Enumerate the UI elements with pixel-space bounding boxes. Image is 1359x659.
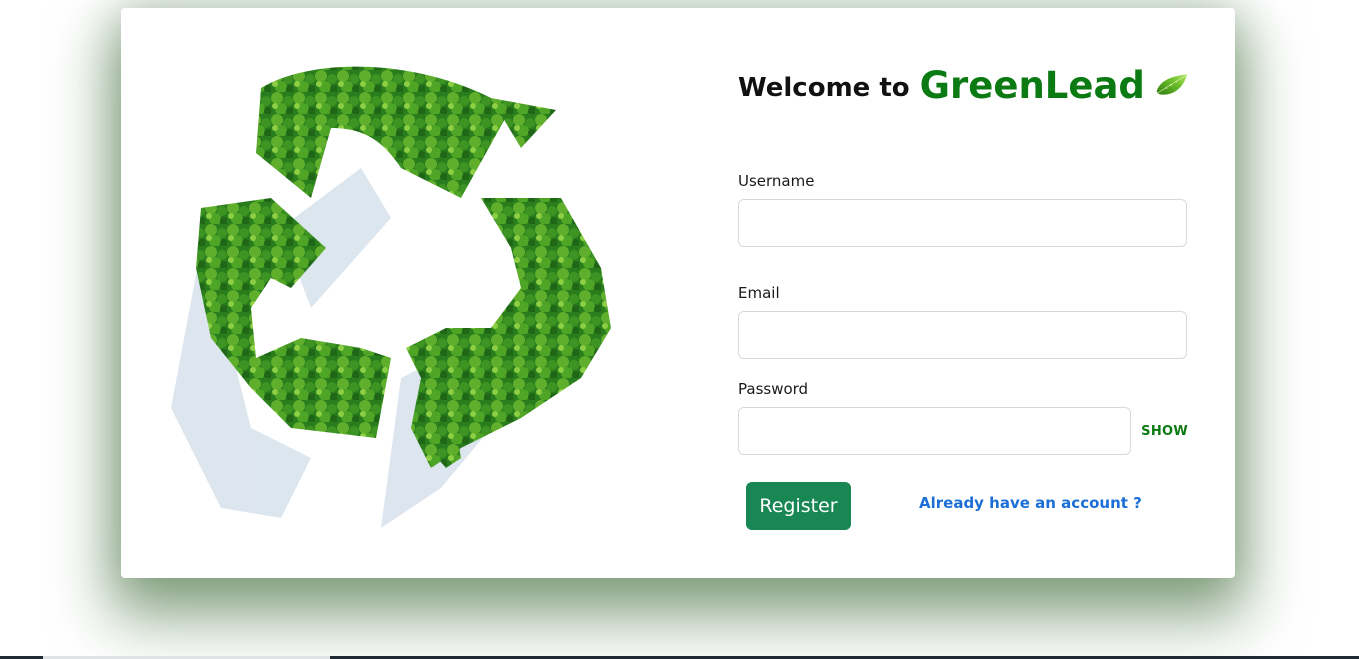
username-field-group: Username	[738, 172, 1188, 247]
email-label: Email	[738, 284, 780, 302]
register-button[interactable]: Register	[746, 482, 851, 530]
email-input[interactable]	[738, 311, 1187, 359]
recycle-trees-icon	[171, 66, 611, 528]
username-label: Username	[738, 172, 815, 190]
register-card: Welcome to GreenLead Username Email Pass…	[121, 8, 1235, 578]
password-row: SHOW	[738, 407, 1188, 455]
show-password-toggle[interactable]: SHOW	[1141, 424, 1188, 439]
welcome-text: Welcome to	[738, 73, 910, 103]
brand-name: GreenLead	[919, 63, 1145, 107]
username-input[interactable]	[738, 199, 1187, 247]
login-link[interactable]: Already have an account ?	[919, 494, 1142, 512]
register-form: Welcome to GreenLead Username Email Pass…	[738, 58, 1188, 530]
password-input[interactable]	[738, 407, 1132, 455]
password-field-group: Password SHOW	[738, 380, 1188, 455]
password-label: Password	[738, 380, 809, 398]
page-title: Welcome to GreenLead	[738, 58, 1188, 112]
email-field-group: Email	[738, 284, 1188, 359]
leaf-icon	[1156, 74, 1187, 95]
page: Welcome to GreenLead Username Email Pass…	[0, 0, 1359, 659]
